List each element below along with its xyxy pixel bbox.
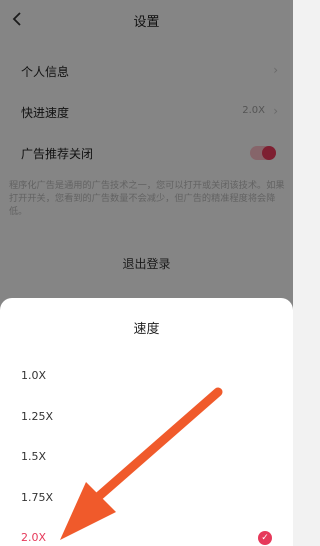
annotation-arrow (60, 387, 223, 540)
